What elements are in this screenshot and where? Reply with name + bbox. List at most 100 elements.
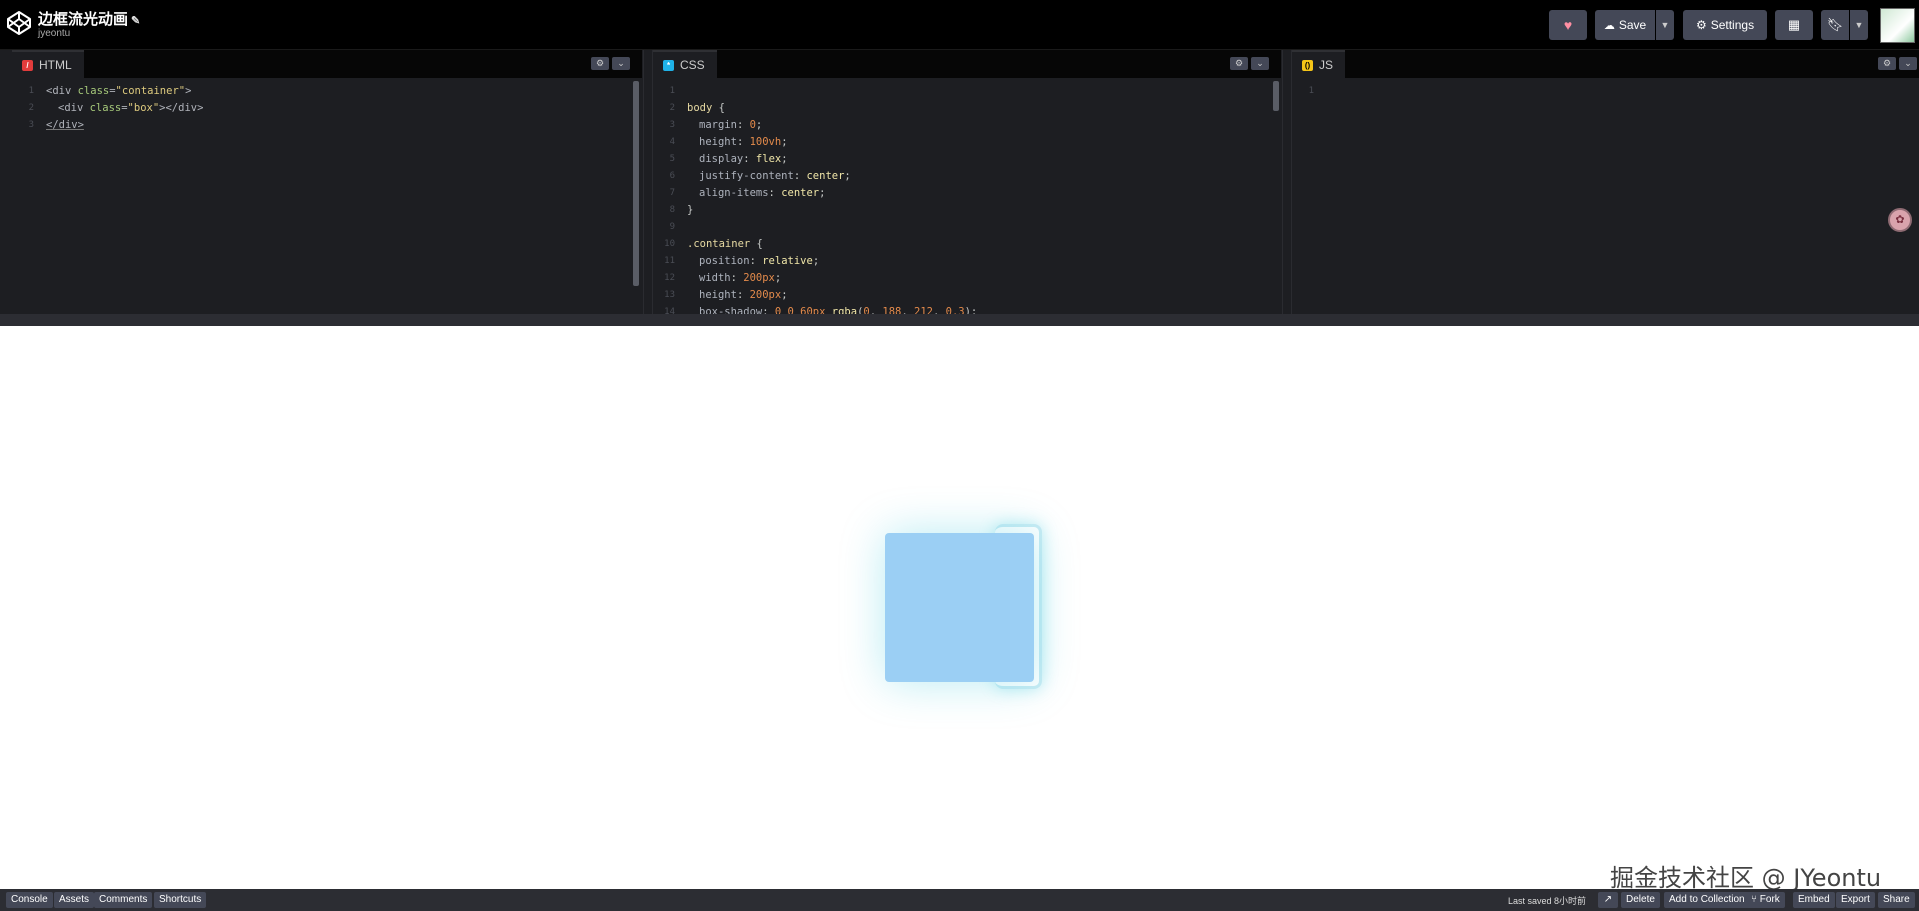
line-number: 9 (669, 222, 675, 232)
save-label: Save (1618, 18, 1647, 32)
line-number: 13 (664, 290, 675, 300)
code-line: body { (687, 102, 725, 114)
settings-label: Settings (1710, 18, 1755, 32)
like-button[interactable]: ♥ (1549, 10, 1587, 40)
html-icon: / (22, 59, 33, 71)
bookmark-icon: 🔖︎ (1826, 17, 1844, 32)
pen-title-text: 边框流光动画 (38, 11, 129, 28)
code-line: height: 200px; (699, 289, 788, 301)
code-line: position: relative; (699, 255, 820, 267)
js-collapse-chevron-icon[interactable]: ⌄ (1899, 57, 1917, 70)
line-number: 11 (664, 256, 675, 266)
add-to-collection-button[interactable]: Add to Collection (1664, 892, 1750, 908)
html-scrollbar[interactable] (633, 81, 639, 286)
css-tab[interactable]: * CSS (653, 50, 717, 78)
line-number: 3 (669, 120, 675, 130)
css-icon: * (663, 59, 674, 71)
fork-icon: ⑂ (1751, 894, 1760, 905)
comments-button[interactable]: Comments (94, 892, 153, 908)
css-scrollbar[interactable] (1273, 81, 1279, 111)
shortcuts-button[interactable]: Shortcuts (154, 892, 207, 908)
code-line: <div class="container"> (46, 85, 192, 97)
codepen-logo-icon[interactable] (6, 10, 32, 36)
line-number: 1 (1308, 86, 1314, 96)
line-number: 7 (669, 188, 675, 198)
preview-resize-bar[interactable] (0, 314, 1919, 326)
editors-area: / HTML ⚙ ⌄ 1 2 3 <div class="container">… (0, 50, 1919, 318)
line-number: 12 (664, 273, 675, 283)
author-name[interactable]: jyeontu (38, 28, 70, 39)
open-external-icon[interactable]: ↗ (1598, 892, 1618, 908)
fork-label: Fork (1759, 894, 1780, 905)
line-number: 2 (28, 103, 34, 113)
top-bar: 边框流光动画 ✎ jyeontu ♥ ☁ Save ▼ ⚙ Settings ▦ 🔖︎… (0, 0, 1919, 50)
save-options-dropdown[interactable]: ▼ (1656, 10, 1674, 40)
line-number: 6 (669, 171, 675, 181)
line-number: 1 (28, 86, 34, 96)
floating-helper-icon[interactable]: ✿ (1888, 208, 1912, 232)
line-number: 8 (669, 205, 675, 215)
save-button[interactable]: ☁ Save (1595, 10, 1655, 40)
html-tab[interactable]: / HTML (12, 50, 84, 78)
css-settings-gear-icon[interactable]: ⚙ (1230, 57, 1248, 70)
line-number: 10 (664, 239, 675, 249)
line-number: 3 (28, 120, 34, 130)
js-settings-gear-icon[interactable]: ⚙ (1878, 57, 1896, 70)
code-line: width: 200px; (699, 272, 782, 284)
panel-resizer[interactable] (643, 50, 653, 314)
code-line: justify-content: center; (699, 170, 851, 182)
line-number: 4 (669, 137, 675, 147)
fork-button[interactable]: ⑂ Fork (1746, 892, 1785, 908)
css-panel-header: * CSS ⚙ ⌄ (653, 50, 1281, 78)
js-icon: () (1302, 59, 1313, 71)
css-collapse-chevron-icon[interactable]: ⌄ (1251, 57, 1269, 70)
bookmark-button[interactable]: 🔖︎ (1821, 10, 1849, 40)
code-line: } (687, 204, 694, 216)
chevron-down-icon: ▼ (1660, 20, 1670, 30)
cloud-icon: ☁ (1603, 19, 1615, 32)
footer-bar: Console Assets Comments Shortcuts Last s… (0, 889, 1919, 911)
preview-box (885, 533, 1034, 682)
bookmark-dropdown[interactable]: ▼ (1850, 10, 1868, 40)
line-number: 2 (669, 103, 675, 113)
code-line: <div class="box"></div> (58, 102, 204, 114)
html-settings-gear-icon[interactable]: ⚙ (591, 57, 609, 70)
code-line: align-items: center; (699, 187, 826, 199)
share-button[interactable]: Share (1878, 892, 1915, 908)
code-line: </div> (46, 119, 84, 131)
watermark-text: 掘金技术社区 @ JYeontu (1610, 864, 1882, 892)
assets-button[interactable]: Assets (54, 892, 95, 908)
html-collapse-chevron-icon[interactable]: ⌄ (612, 57, 630, 70)
edit-title-pencil-icon[interactable]: ✎ (131, 15, 140, 27)
pen-title[interactable]: 边框流光动画 ✎ (38, 8, 140, 29)
gear-icon: ⚙ (1695, 18, 1707, 32)
export-button[interactable]: Export (1836, 892, 1875, 908)
line-number: 1 (669, 86, 675, 96)
console-button[interactable]: Console (6, 892, 53, 908)
css-code[interactable]: 1 2 3 4 5 6 7 8 9 10 11 12 13 14 body { … (653, 80, 1281, 318)
js-editor-panel: () JS ⚙ ⌄ 1 (1292, 50, 1919, 314)
html-panel-header: / HTML ⚙ ⌄ (12, 50, 642, 78)
last-saved-status: Last saved 8小时前 (1508, 896, 1587, 906)
css-tab-label: CSS (680, 58, 705, 72)
heart-icon: ♥ (1563, 17, 1573, 33)
user-avatar[interactable] (1880, 8, 1915, 43)
js-code[interactable]: 1 (1292, 80, 1919, 314)
layout-icon: ▦ (1787, 17, 1801, 32)
change-view-button[interactable]: ▦ (1775, 10, 1813, 40)
chevron-down-icon: ▼ (1854, 20, 1864, 30)
html-code[interactable]: 1 2 3 <div class="container"> <div class… (12, 80, 642, 314)
delete-button[interactable]: Delete (1621, 892, 1660, 908)
result-preview: 掘金技术社区 @ JYeontu (0, 326, 1919, 892)
html-tab-label: HTML (39, 58, 72, 72)
code-line: display: flex; (699, 153, 788, 165)
js-tab-label: JS (1319, 58, 1334, 72)
js-tab[interactable]: () JS (1292, 50, 1346, 78)
code-line: height: 100vh; (699, 136, 788, 148)
settings-button[interactable]: ⚙ Settings (1683, 10, 1767, 40)
embed-button[interactable]: Embed (1793, 892, 1835, 908)
panel-resizer[interactable] (1282, 50, 1292, 314)
code-line: margin: 0; (699, 119, 763, 131)
code-line: .container { (687, 238, 763, 250)
js-panel-header: () JS ⚙ ⌄ (1292, 50, 1919, 78)
